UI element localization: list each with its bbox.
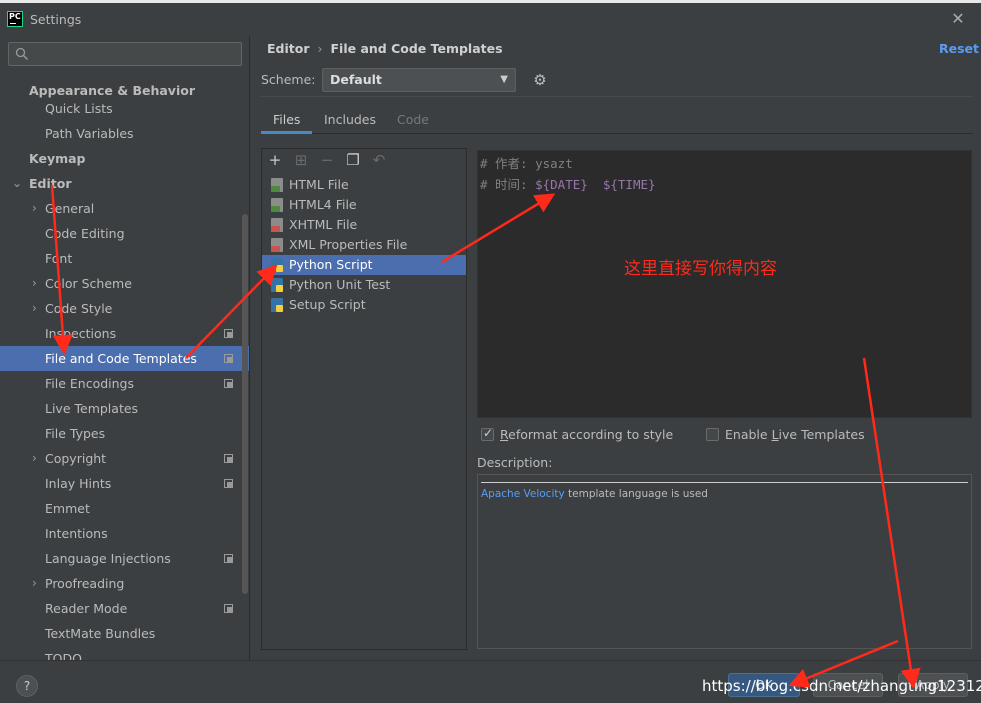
chevron-down-icon: ▼ (500, 74, 508, 85)
tree-item-file-types[interactable]: File Types (0, 421, 249, 446)
tree-item-editor[interactable]: ⌄ Editor (0, 171, 249, 196)
search-icon (15, 47, 28, 60)
window-title: Settings (30, 12, 82, 27)
tree-item-font[interactable]: Font (0, 246, 249, 271)
settings-tree: Appearance & Behavior Quick Lists Path V… (0, 78, 249, 660)
tree-item-color-scheme[interactable]: › Color Scheme (0, 271, 249, 296)
template-item-html-file[interactable]: HTML File (262, 175, 466, 195)
project-scope-icon (224, 329, 233, 338)
tab-code[interactable]: Code (385, 108, 441, 134)
tree-item-language-injections[interactable]: Language Injections (0, 546, 249, 571)
template-list: + ⊞ − ❐ ↶ HTML File HTML4 File XHTML Fil… (261, 148, 467, 650)
project-scope-icon (224, 354, 233, 363)
apache-velocity-link[interactable]: Apache Velocity (481, 488, 565, 500)
tree-item-copyright[interactable]: › Copyright (0, 446, 249, 471)
remove-icon[interactable]: − (319, 152, 335, 168)
tree-item-keymap[interactable]: Keymap (0, 146, 249, 171)
template-tabs: Files Includes Code (261, 108, 973, 134)
project-scope-icon (224, 379, 233, 388)
reformat-checkbox[interactable] (481, 426, 494, 441)
live-templates-label[interactable]: Enable Live Templates (725, 427, 865, 442)
tab-files[interactable]: Files (261, 108, 313, 134)
description-label: Description: (477, 455, 553, 470)
title-bar: PC Settings ✕ (0, 0, 981, 36)
tree-item-reader-mode[interactable]: Reader Mode (0, 596, 249, 621)
xhtml-file-icon (271, 218, 283, 232)
close-icon[interactable]: ✕ (948, 9, 968, 29)
breadcrumb-editor[interactable]: Editor (267, 41, 310, 56)
annotation-text: 这里直接写你得内容 (624, 259, 777, 279)
tree-item-file-encodings[interactable]: File Encodings (0, 371, 249, 396)
python-file-icon (271, 278, 283, 292)
template-editor[interactable]: # 作者: ysazt # 时间: ${DATE} ${TIME} (477, 150, 972, 418)
project-scope-icon (224, 604, 233, 613)
copy-icon[interactable]: ❐ (345, 152, 361, 168)
tab-includes[interactable]: Includes (312, 108, 388, 134)
breadcrumb-current: File and Code Templates (330, 41, 503, 56)
settings-content: Editor › File and Code Templates Reset Sch… (251, 36, 981, 660)
tree-item-general[interactable]: › General (0, 196, 249, 221)
pycharm-app-icon: PC (7, 11, 23, 27)
tree-item-quick-lists[interactable]: Quick Lists (0, 96, 249, 121)
chevron-down-icon[interactable]: ⌄ (12, 171, 22, 196)
project-scope-icon (224, 479, 233, 488)
tree-item-emmet[interactable]: Emmet (0, 496, 249, 521)
dialog-footer: ? OK Cancel Apply https://blog.csdn.net/… (0, 660, 981, 703)
template-item-setup-script[interactable]: Setup Script (262, 295, 466, 315)
template-item-python-unit-test[interactable]: Python Unit Test (262, 275, 466, 295)
sidebar-scrollbar[interactable] (242, 214, 248, 594)
tree-item-live-templates[interactable]: Live Templates (0, 396, 249, 421)
template-item-xml-properties-file[interactable]: XML Properties File (262, 235, 466, 255)
html-file-icon (271, 178, 283, 192)
reformat-label[interactable]: Reformat according to style (500, 427, 673, 442)
tree-item-textmate-bundles[interactable]: TextMate Bundles (0, 621, 249, 646)
code-line: # 时间: ${DATE} ${TIME} (480, 177, 656, 192)
chevron-right-icon[interactable]: › (32, 296, 42, 321)
tree-item-inlay-hints[interactable]: Inlay Hints (0, 471, 249, 496)
breadcrumb: Editor › File and Code Templates (267, 41, 503, 57)
chevron-right-icon[interactable]: › (32, 271, 42, 296)
tree-item-code-editing[interactable]: Code Editing (0, 221, 249, 246)
chevron-right-icon[interactable]: › (32, 571, 42, 596)
description-panel: Apache Velocity template language is use… (477, 474, 972, 649)
breadcrumb-separator: › (317, 41, 323, 56)
python-file-icon (271, 258, 283, 272)
template-toolbar: + ⊞ − ❐ ↶ (262, 149, 466, 173)
html-file-icon (271, 198, 283, 212)
divider (261, 96, 973, 97)
tree-item-todo[interactable]: TODO (0, 646, 249, 660)
tree-item-proofreading[interactable]: › Proofreading (0, 571, 249, 596)
watermark: https://blog.csdn.net/zhangting123123 (702, 677, 981, 695)
template-options: Reformat according to style Enable Live … (481, 426, 961, 445)
chevron-right-icon[interactable]: › (32, 196, 42, 221)
chevron-right-icon[interactable]: › (32, 446, 42, 471)
tree-item-path-variables[interactable]: Path Variables (0, 121, 249, 146)
revert-icon[interactable]: ↶ (371, 152, 387, 168)
add-icon[interactable]: + (267, 152, 283, 168)
scheme-label: Scheme: (261, 72, 316, 87)
scheme-dropdown[interactable]: Default ▼ (322, 68, 516, 92)
gear-icon[interactable]: ⚙ (531, 71, 549, 89)
help-button[interactable]: ? (16, 675, 38, 697)
settings-search-input[interactable] (8, 42, 242, 66)
tree-item-intentions[interactable]: Intentions (0, 521, 249, 546)
tree-item-inspections[interactable]: Inspections (0, 321, 249, 346)
project-scope-icon (224, 554, 233, 563)
reset-link[interactable]: Reset (939, 41, 979, 56)
settings-sidebar: Appearance & Behavior Quick Lists Path V… (0, 36, 250, 660)
template-item-xhtml-file[interactable]: XHTML File (262, 215, 466, 235)
live-templates-checkbox[interactable] (706, 428, 719, 441)
python-file-icon (271, 298, 283, 312)
tree-item-file-and-code-templates[interactable]: File and Code Templates (0, 346, 249, 371)
divider (481, 482, 968, 483)
scheme-value: Default (330, 72, 382, 87)
code-line: # 作者: ysazt (480, 156, 573, 171)
xml-file-icon (271, 238, 283, 252)
tree-item-code-style[interactable]: › Code Style (0, 296, 249, 321)
project-scope-icon (224, 454, 233, 463)
template-item-python-script[interactable]: Python Script (262, 255, 466, 275)
template-item-html4-file[interactable]: HTML4 File (262, 195, 466, 215)
description-text: Apache Velocity template language is use… (481, 488, 708, 500)
add-child-icon[interactable]: ⊞ (293, 152, 309, 168)
